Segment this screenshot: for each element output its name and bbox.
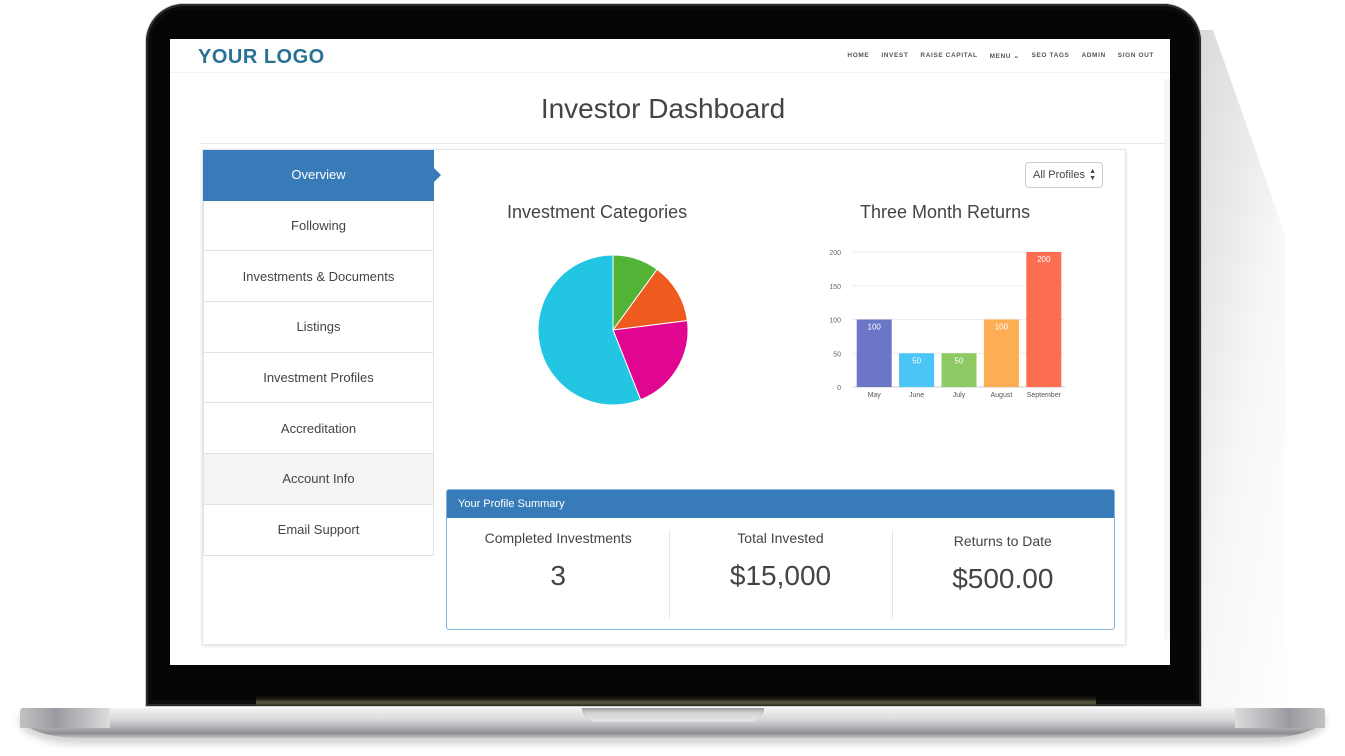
- bar-data-label: 50: [955, 356, 964, 365]
- stat-value: $15,000: [729, 560, 832, 591]
- bar-data-label: 100: [995, 323, 1009, 332]
- profile-filter-value: All Profiles: [1033, 169, 1085, 181]
- title-divider: [200, 143, 1166, 144]
- sidebar-item-overview[interactable]: Overview: [203, 150, 441, 201]
- nav-invest[interactable]: INVEST: [881, 52, 908, 60]
- stat-returns-to-date: Returns to Date $500.00: [891, 530, 1114, 629]
- y-tick-label: 200: [829, 250, 841, 257]
- sidebar: Overview Following Investments & Documen…: [203, 150, 441, 556]
- sidebar-item-account-info[interactable]: Account Info: [203, 454, 434, 505]
- profile-filter-select[interactable]: All Profiles ▲ ▼: [1025, 162, 1103, 188]
- sidebar-item-listings[interactable]: Listings: [203, 302, 434, 353]
- bar-data-label: 200: [1037, 255, 1051, 264]
- investment-categories-pie-chart: [537, 254, 689, 406]
- x-tick-label: June: [909, 392, 924, 399]
- stat-label: Total Invested: [737, 530, 824, 546]
- nav-admin[interactable]: ADMIN: [1081, 52, 1105, 60]
- three-month-returns-bar-chart: 0 50 100 150 200 100 May 50 June 50 July 100 August 2…: [829, 250, 1065, 399]
- select-arrows-icon: ▲ ▼: [1089, 168, 1096, 182]
- sidebar-item-accreditation[interactable]: Accreditation: [203, 403, 434, 455]
- sidebar-item-investments-documents[interactable]: Investments & Documents: [203, 251, 434, 303]
- x-tick-label: September: [1027, 392, 1062, 399]
- site-header: YOUR LOGO HOME INVEST RAISE CAPITAL MENU…: [170, 39, 1170, 73]
- y-tick-label: 0: [837, 385, 841, 392]
- sidebar-item-following[interactable]: Following: [203, 200, 434, 252]
- y-tick-label: 50: [833, 351, 841, 358]
- dashboard-panel: Overview Following Investments & Documen…: [202, 149, 1126, 645]
- laptop-notch: [582, 708, 764, 722]
- laptop-hinge: [256, 694, 1096, 706]
- x-tick-label: May: [868, 392, 882, 399]
- nav-seo-tags[interactable]: SEO TAGS: [1032, 52, 1070, 60]
- page-title: Investor Dashboard: [540, 93, 786, 124]
- sidebar-item-label: Email Support: [277, 522, 360, 538]
- sidebar-item-label: Following: [291, 218, 346, 234]
- stat-label: Returns to Date: [953, 533, 1052, 549]
- x-tick-label: August: [991, 392, 1013, 399]
- stat-completed-investments: Completed Investments 3: [447, 530, 669, 629]
- stat-label: Completed Investments: [484, 530, 632, 546]
- profile-summary-panel: Your Profile Summary Completed Investmen…: [446, 489, 1115, 630]
- sidebar-item-label: Investment Profiles: [263, 370, 374, 386]
- stat-value: 3: [550, 560, 566, 591]
- pie-chart-title: Investment Categories: [507, 202, 688, 222]
- sidebar-item-label: Overview: [291, 167, 346, 183]
- logo[interactable]: YOUR LOGO: [198, 46, 325, 69]
- nav-sign-out[interactable]: SIGN OUT: [1118, 52, 1154, 60]
- laptop-screen: YOUR LOGO HOME INVEST RAISE CAPITAL MENU…: [170, 39, 1170, 665]
- bar-chart-title: Three Month Returns: [860, 202, 1031, 222]
- y-tick-label: 100: [829, 318, 841, 325]
- sidebar-item-label: Investments & Documents: [242, 268, 395, 284]
- stat-value: $500.00: [952, 563, 1054, 594]
- bar-data-label: 50: [912, 356, 921, 365]
- main-nav: HOME INVEST RAISE CAPITAL MENU ⌄ SEO TAG…: [847, 52, 1154, 60]
- nav-menu-dropdown[interactable]: MENU ⌄: [990, 52, 1020, 60]
- sidebar-item-investment-profiles[interactable]: Investment Profiles: [203, 352, 434, 404]
- laptop-shadow: [1195, 30, 1285, 710]
- sidebar-item-label: Account Info: [282, 471, 355, 487]
- bar-september[interactable]: [1026, 252, 1062, 387]
- nav-home[interactable]: HOME: [847, 52, 869, 60]
- y-tick-label: 150: [829, 284, 841, 291]
- sidebar-item-email-support[interactable]: Email Support: [203, 504, 434, 556]
- profile-summary-heading: Your Profile Summary: [447, 490, 1114, 518]
- x-tick-label: July: [953, 392, 966, 399]
- profile-summary-body: Completed Investments 3 Total Invested $…: [447, 518, 1114, 629]
- scrollbar-track[interactable]: [1164, 79, 1170, 639]
- bar-data-label: 100: [868, 323, 882, 332]
- nav-raise-capital[interactable]: RAISE CAPITAL: [920, 52, 977, 60]
- sidebar-item-label: Listings: [296, 319, 341, 335]
- stat-total-invested: Total Invested $15,000: [669, 530, 891, 629]
- sidebar-item-label: Accreditation: [280, 420, 357, 436]
